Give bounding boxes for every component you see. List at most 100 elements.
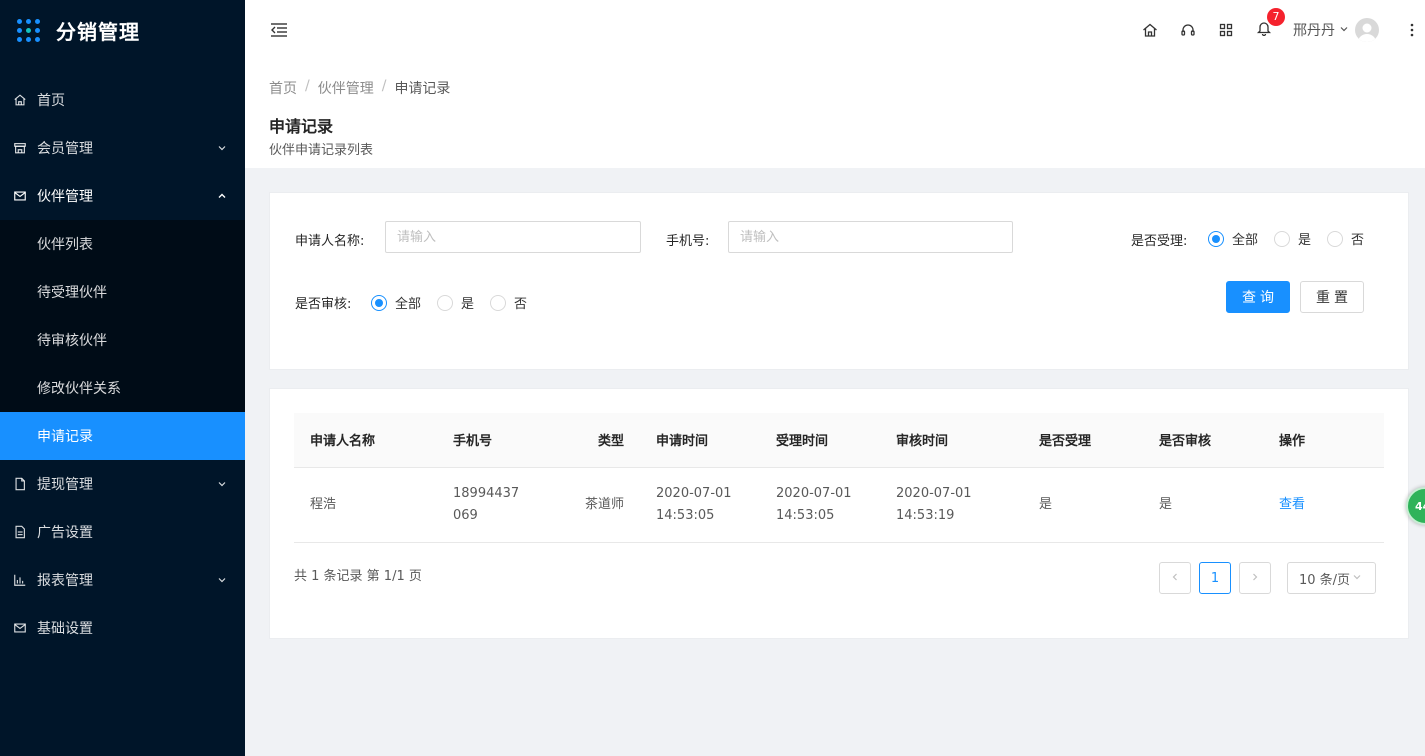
radio-label: 是: [1298, 233, 1312, 248]
avatar: [1355, 18, 1379, 42]
notification-bell[interactable]: 7: [1245, 0, 1285, 60]
home-icon[interactable]: [1131, 0, 1169, 60]
breadcrumb-separator: /: [305, 78, 310, 94]
sidebar-item-label: 待审核伙伴: [37, 333, 107, 349]
column-header: 操作: [1263, 413, 1384, 468]
radio-label: 否: [514, 297, 528, 312]
page-header: 首页 / 伙伴管理 / 申请记录 申请记录 伙伴申请记录列表: [245, 60, 1425, 168]
cell-name: 程浩: [294, 467, 437, 543]
reviewed-radio-yes[interactable]: 是: [437, 293, 474, 312]
sidebar-item-pending-accept[interactable]: 待受理伙伴: [0, 268, 245, 316]
sidebar-item-partners[interactable]: 伙伴管理: [0, 172, 245, 220]
sidebar-item-label: 申请记录: [37, 429, 93, 445]
breadcrumb-parent[interactable]: 伙伴管理: [318, 78, 374, 98]
sidebar-item-label: 提现管理: [37, 477, 93, 493]
phone-label: 手机号:: [666, 234, 710, 249]
accepted-radio-all[interactable]: 全部: [1208, 229, 1258, 248]
column-header: 手机号: [437, 413, 550, 468]
sidebar-item-label: 首页: [37, 93, 65, 109]
sidebar-item-home[interactable]: 首页: [0, 76, 245, 124]
headset-icon[interactable]: [1169, 0, 1207, 60]
reset-button[interactable]: 重置: [1300, 281, 1364, 313]
sidebar-item-label: 基础设置: [37, 621, 93, 637]
query-button[interactable]: 查询: [1226, 281, 1290, 313]
sidebar-item-withdraw[interactable]: 提现管理: [0, 460, 245, 508]
sidebar-item-partner-list[interactable]: 伙伴列表: [0, 220, 245, 268]
breadcrumb-home[interactable]: 首页: [269, 78, 297, 98]
menu-fold-icon[interactable]: [270, 21, 288, 39]
accepted-radio-yes[interactable]: 是: [1274, 229, 1311, 248]
reviewed-radio-group: 全部 是 否: [371, 293, 543, 312]
chevron-right-icon: [1250, 571, 1260, 586]
partners-submenu: 伙伴列表 待受理伙伴 待审核伙伴 修改伙伴关系 申请记录: [0, 220, 245, 460]
column-header: 审核时间: [880, 413, 1023, 468]
page-size-value: 10 条/页: [1299, 572, 1351, 588]
sidebar-item-label: 报表管理: [37, 573, 93, 589]
top-header: 7 邢丹丹: [245, 0, 1425, 60]
logo[interactable]: 分销管理: [0, 0, 245, 60]
column-header: 是否审核: [1143, 413, 1263, 468]
sidebar-item-label: 修改伙伴关系: [37, 381, 121, 397]
cell-accepted: 是: [1023, 467, 1143, 543]
chevron-down-icon: [1339, 22, 1349, 38]
chevron-down-icon: [217, 143, 227, 153]
search-form: 申请人名称: 手机号: 是否受理: 全部 是 否 是否审核: 全部 是 否 查询…: [269, 192, 1409, 370]
sidebar-item-apply-records[interactable]: 申请记录: [0, 412, 245, 460]
chevron-down-icon: [1352, 571, 1362, 586]
page-title: 申请记录: [269, 117, 334, 136]
sidebar-item-pending-review[interactable]: 待审核伙伴: [0, 316, 245, 364]
sidebar-item-members[interactable]: 会员管理: [0, 124, 245, 172]
applicant-name-input[interactable]: [385, 221, 641, 253]
time-line: 14:53:19: [896, 507, 955, 523]
records-table: 申请人名称 手机号 类型 申请时间 受理时间 审核时间 是否受理 是否审核 操作…: [294, 413, 1384, 543]
breadcrumb-separator: /: [381, 78, 387, 94]
chevron-left-icon: [1170, 571, 1180, 586]
time-line: 14:53:05: [776, 507, 835, 523]
mail-icon: [12, 188, 28, 204]
page-size-select[interactable]: 10 条/页: [1287, 562, 1376, 594]
page-subtitle: 伙伴申请记录列表: [269, 143, 374, 158]
more-vertical-icon[interactable]: [1407, 23, 1417, 37]
user-menu[interactable]: 邢丹丹: [1293, 18, 1407, 42]
header-actions: 7 邢丹丹: [1131, 0, 1425, 60]
reviewed-label: 是否审核:: [295, 297, 352, 312]
phone-input[interactable]: [728, 221, 1013, 253]
pagination: 1 10 条/页: [1151, 562, 1376, 594]
cell-phone: 18994437 069: [437, 467, 550, 543]
view-link[interactable]: 查看: [1279, 497, 1305, 512]
apps-grid-icon[interactable]: [1207, 0, 1245, 60]
phone-line: 069: [453, 507, 478, 523]
prev-page-button[interactable]: [1159, 562, 1191, 594]
date-line: 2020-07-01: [896, 485, 972, 501]
app-grid-icon: [17, 18, 40, 42]
cell-reviewed: 是: [1143, 467, 1263, 543]
sidebar-item-modify-relation[interactable]: 修改伙伴关系: [0, 364, 245, 412]
pagination-total: 共 1 条记录 第 1/1 页: [294, 569, 422, 584]
cell-accept-time: 2020-07-01 14:53:05: [760, 467, 880, 543]
date-line: 2020-07-01: [656, 485, 732, 501]
phone-line: 18994437: [453, 485, 520, 501]
sidebar-item-label: 广告设置: [37, 525, 93, 541]
file-icon: [12, 476, 28, 492]
sidebar-item-reports[interactable]: 报表管理: [0, 556, 245, 604]
applicant-name-label: 申请人名称:: [295, 234, 365, 249]
cell-apply-time: 2020-07-01 14:53:05: [640, 467, 760, 543]
reviewed-radio-no[interactable]: 否: [490, 293, 527, 312]
page-button-current[interactable]: 1: [1199, 562, 1231, 594]
sidebar-menu: 首页 会员管理 伙伴管理 伙伴列表 待受理伙伴 待审核伙伴 修改伙伴关系 申请记…: [0, 76, 245, 652]
file-text-icon: [12, 524, 28, 540]
next-page-button[interactable]: [1239, 562, 1271, 594]
column-header: 是否受理: [1023, 413, 1143, 468]
accepted-radio-no[interactable]: 否: [1327, 229, 1364, 248]
sidebar-item-ads[interactable]: 广告设置: [0, 508, 245, 556]
radio-label: 否: [1351, 233, 1365, 248]
radio-label: 全部: [1232, 233, 1259, 248]
reviewed-radio-all[interactable]: 全部: [371, 293, 421, 312]
chevron-down-icon: [217, 575, 227, 585]
mail-icon: [12, 620, 28, 636]
sidebar-item-label: 会员管理: [37, 141, 93, 157]
records-table-card: 申请人名称 手机号 类型 申请时间 受理时间 审核时间 是否受理 是否审核 操作…: [269, 388, 1409, 639]
sidebar-item-settings[interactable]: 基础设置: [0, 604, 245, 652]
cell-review-time: 2020-07-01 14:53:19: [880, 467, 1023, 543]
chevron-up-icon: [217, 191, 227, 201]
